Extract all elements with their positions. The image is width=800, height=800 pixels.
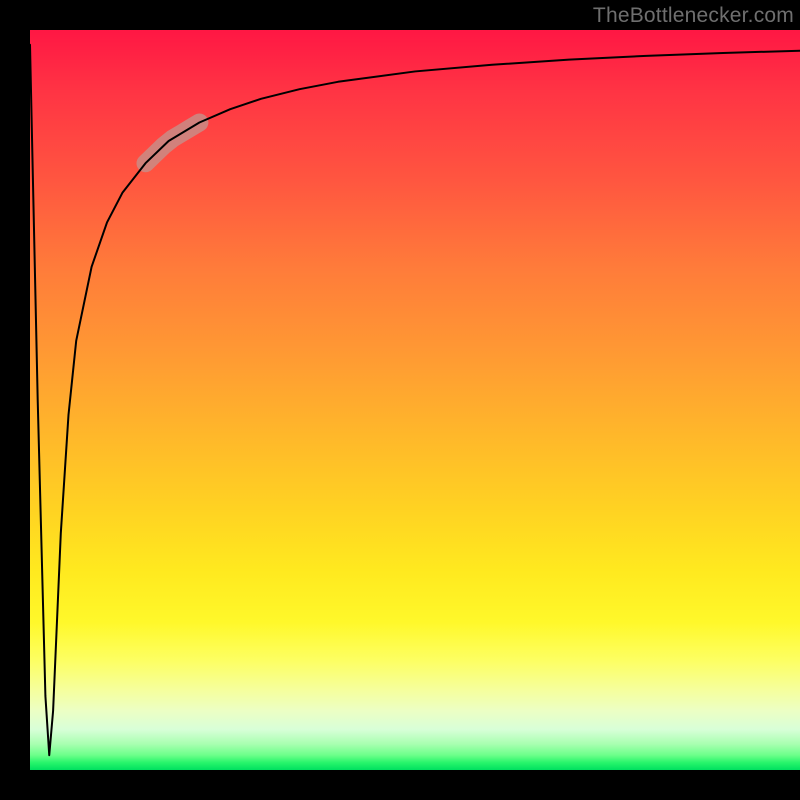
chart-frame: TheBottlenecker.com: [0, 0, 800, 800]
plot-area: [30, 30, 800, 770]
watermark-text: TheBottlenecker.com: [593, 4, 794, 28]
curve-layer: [30, 30, 800, 770]
highlight-segment: [146, 123, 200, 164]
